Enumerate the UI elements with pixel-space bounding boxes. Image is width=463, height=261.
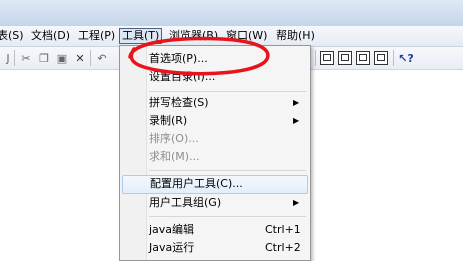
view-icon[interactable] [338,51,352,65]
menu-bar: 表(S) 文档(D) 工程(P) 工具(T) 浏览器(B) 窗口(W) 帮助(H… [0,26,463,47]
paste-icon[interactable]: ▣ [54,50,70,66]
editor-window: 表(S) 文档(D) 工程(P) 工具(T) 浏览器(B) 窗口(W) 帮助(H… [0,0,463,261]
menu-table[interactable]: 表(S) [0,29,24,43]
menu-item-java-run[interactable]: Java运行 Ctrl+2 [120,239,310,257]
submenu-arrow-icon: ▶ [293,98,300,107]
toolbar-separator [393,50,394,66]
help-pointer-icon[interactable]: ↖? [398,50,414,66]
menu-item-label: 首选项(P)... [149,52,208,65]
menu-document[interactable]: 文档(D) [31,29,70,43]
menu-item-shortcut: Ctrl+2 [265,241,301,254]
toolbar-separator [315,50,316,66]
toolbar-separator [90,50,91,66]
copy-icon[interactable]: ❐ [36,50,52,66]
view-icon[interactable] [320,51,334,65]
menu-item-sort[interactable]: 排序(O)... [120,130,310,148]
submenu-arrow-icon: ▶ [293,198,300,207]
menu-separator [149,216,306,217]
menu-item-shortcut: Ctrl+1 [265,223,301,236]
menu-project[interactable]: 工程(P) [78,29,115,43]
menu-item-label: 配置用户工具(C)... [150,177,243,190]
menu-item-label: java编辑 [149,223,195,236]
tools-dropdown-menu: 首选项(P)... 设置目录(I)... 拼写检查(S) ▶ 录制(R) ▶ 排… [119,45,311,261]
menu-item-set-directory[interactable]: 设置目录(I)... [120,68,310,86]
menu-item-label: 录制(R) [149,114,188,127]
view-icon[interactable] [356,51,370,65]
menu-item-label: 排序(O)... [149,132,199,145]
title-bar [0,0,463,26]
toolbar-separator [14,50,15,66]
menu-window[interactable]: 窗口(W) [226,29,267,43]
view-icon[interactable] [374,51,388,65]
menu-item-user-tool-group[interactable]: 用户工具组(G) ▶ [120,194,310,212]
menu-item-preferences[interactable]: 首选项(P)... [120,50,310,68]
menu-item-label: 设置目录(I)... [149,70,216,83]
menu-item-spell-check[interactable]: 拼写检查(S) ▶ [120,94,310,112]
menu-separator [149,170,306,171]
menu-separator [149,91,306,92]
menu-tools[interactable]: 工具(T) [119,28,163,44]
menu-item-label: 拼写检查(S) [149,96,209,109]
submenu-arrow-icon: ▶ [293,116,300,125]
menu-item-label: 求和(M)... [149,150,200,163]
cut-icon[interactable]: ✂ [18,50,34,66]
delete-icon[interactable]: ✕ [72,50,88,66]
menu-item-java-edit[interactable]: java编辑 Ctrl+1 [120,221,310,239]
menu-item-sum[interactable]: 求和(M)... [120,148,310,166]
menu-help[interactable]: 帮助(H) [276,29,315,43]
menu-item-label: 用户工具组(G) [149,196,222,209]
undo-icon[interactable]: ↶ [94,50,110,66]
menu-item-label: Java运行 [149,241,195,254]
menu-item-configure-user-tools[interactable]: 配置用户工具(C)... [122,175,308,194]
menu-item-record[interactable]: 录制(R) ▶ [120,112,310,130]
menu-browser[interactable]: 浏览器(B) [169,29,218,43]
